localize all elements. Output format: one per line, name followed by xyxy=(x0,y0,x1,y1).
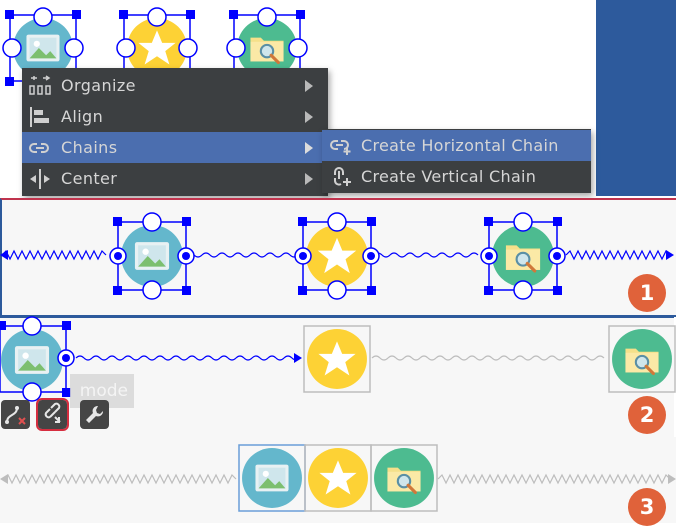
chain-tool-icon xyxy=(44,402,61,423)
center-icon xyxy=(28,168,52,190)
chain-icon xyxy=(28,137,52,159)
wrench-button[interactable] xyxy=(80,400,109,429)
submenu-item-label: Create Horizontal Chain xyxy=(361,136,559,155)
chain-canvas-1 xyxy=(0,212,674,300)
menu-item-label: Center xyxy=(61,169,118,188)
horizontal-chain-icon xyxy=(329,135,353,157)
star-widget[interactable] xyxy=(294,212,380,300)
menu-item-center[interactable]: Center xyxy=(22,163,328,194)
submenu-item-label: Create Vertical Chain xyxy=(361,167,537,186)
submenu-item-create-vertical-chain[interactable]: Create Vertical Chain xyxy=(322,161,591,192)
submenu-item-create-horizontal-chain[interactable]: Create Horizontal Chain xyxy=(322,130,591,161)
submenu-arrow-icon xyxy=(305,173,313,185)
submenu-arrow-icon xyxy=(305,111,313,123)
delete-constraints-button[interactable] xyxy=(1,400,30,429)
menu-item-organize[interactable]: Organize xyxy=(22,70,328,101)
chain-canvas-3 xyxy=(0,444,676,512)
search-folder-widget[interactable] xyxy=(608,325,676,393)
menu-item-align[interactable]: Align xyxy=(22,101,328,132)
search-folder-widget[interactable] xyxy=(480,212,566,300)
step-badge-1: 1 xyxy=(628,274,666,312)
menu-item-label: Align xyxy=(61,107,104,126)
step-badge-3: 3 xyxy=(628,488,666,526)
chains-submenu: Create Horizontal Chain Create Vertical … xyxy=(322,129,591,193)
wrench-icon xyxy=(86,405,104,423)
blueprint-panel xyxy=(596,0,676,196)
step-badge-2: 2 xyxy=(628,396,666,434)
align-icon xyxy=(28,106,52,128)
star-widget[interactable] xyxy=(303,325,371,393)
search-folder-widget[interactable] xyxy=(370,444,438,512)
menu-item-label: Organize xyxy=(61,76,136,95)
image-widget[interactable] xyxy=(0,316,75,402)
context-menu: Organize Align Chains Center xyxy=(22,68,328,196)
chain-tool-button[interactable] xyxy=(36,398,69,431)
image-widget[interactable] xyxy=(109,212,195,300)
delete-constraints-icon xyxy=(5,406,26,425)
organize-icon xyxy=(28,75,52,97)
image-widget[interactable] xyxy=(238,444,306,512)
menu-item-label: Chains xyxy=(61,138,118,157)
menu-item-chains[interactable]: Chains xyxy=(22,132,328,163)
star-widget[interactable] xyxy=(304,444,372,512)
vertical-chain-icon xyxy=(329,166,353,188)
submenu-arrow-icon xyxy=(305,80,313,92)
submenu-arrow-icon xyxy=(305,142,313,154)
